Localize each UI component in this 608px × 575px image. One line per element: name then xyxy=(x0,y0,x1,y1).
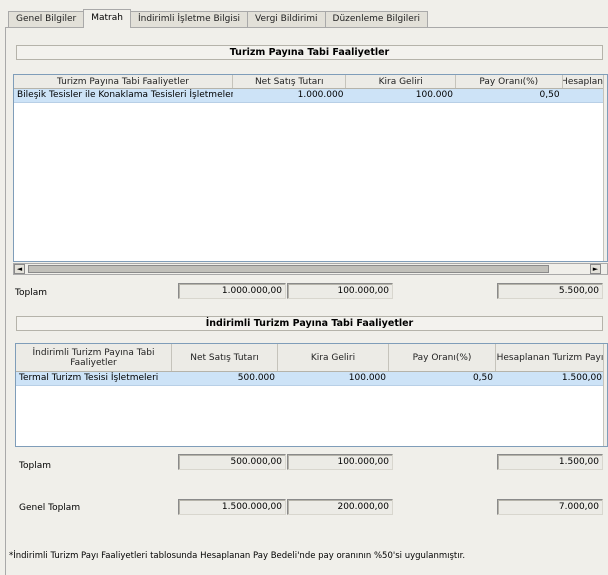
tab-indirimli-isletme-bilgisi[interactable]: İndirimli İşletme Bilgisi xyxy=(129,11,249,28)
indirimli-turizm-payi-table[interactable]: İndirimli Turizm Payına Tabi Faaliyetler… xyxy=(15,343,608,447)
column-header[interactable]: Kira Geliri xyxy=(346,75,456,88)
table-cell xyxy=(563,89,607,102)
table-cell: 1.500,00 xyxy=(561,373,602,383)
section1-hesaplanan-total-field: 5.500,00 xyxy=(497,283,603,299)
scrollbar-thumb[interactable] xyxy=(28,265,549,273)
column-header[interactable]: İndirimli Turizm Payına Tabi Faaliyetler xyxy=(16,344,172,371)
table-cell: 0,50 xyxy=(539,90,560,100)
table-cell: Bileşik Tesisler ile Konaklama Tesisleri… xyxy=(17,90,233,100)
vertical-scrollbar[interactable] xyxy=(603,344,607,446)
table-row[interactable]: Termal Turizm Tesisi İşletmeleri 500.000… xyxy=(16,372,607,386)
column-header[interactable]: Pay Oranı(%) xyxy=(456,75,563,88)
column-header[interactable]: Hesaplanan Turizm Payı xyxy=(496,344,605,371)
scroll-right-icon[interactable]: ► xyxy=(590,264,601,274)
section2-title: İndirimli Turizm Payına Tabi Faaliyetler xyxy=(16,316,603,331)
table-cell: 100.000 xyxy=(348,373,386,383)
section1-title: Turizm Payına Tabi Faaliyetler xyxy=(16,45,603,60)
section1-net-total-field: 1.000.000,00 xyxy=(178,283,286,299)
tab-duzenleme-bilgileri[interactable]: Düzenleme Bilgileri xyxy=(324,11,428,28)
section1-kira-total-field: 100.000,00 xyxy=(287,283,393,299)
table-cell: Termal Turizm Tesisi İşletmeleri xyxy=(19,373,159,383)
section1-total-label: Toplam xyxy=(15,288,47,298)
section2-hesaplanan-total-field: 1.500,00 xyxy=(497,454,603,470)
column-header[interactable]: Kira Geliri xyxy=(278,344,389,371)
grand-net-total-field: 1.500.000,00 xyxy=(178,499,286,515)
footnote: *İndirimli Turizm Payı Faaliyetleri tabl… xyxy=(9,551,466,561)
grand-total-label: Genel Toplam xyxy=(19,503,81,513)
tab-vergi-bildirimi[interactable]: Vergi Bildirimi xyxy=(247,11,326,28)
table-header: Turizm Payına Tabi Faaliyetler Net Satış… xyxy=(14,75,607,89)
table-header: İndirimli Turizm Payına Tabi Faaliyetler… xyxy=(16,344,607,372)
table-cell: 100.000 xyxy=(415,90,453,100)
section2-total-label: Toplam xyxy=(19,461,51,471)
tab-genel-bilgiler[interactable]: Genel Bilgiler xyxy=(8,11,85,28)
column-header[interactable]: Pay Oranı(%) xyxy=(389,344,496,371)
scroll-left-icon[interactable]: ◄ xyxy=(14,264,25,274)
column-header[interactable]: Hesaplana xyxy=(563,75,607,88)
table-row[interactable]: Bileşik Tesisler ile Konaklama Tesisleri… xyxy=(14,89,607,103)
table-cell: 0,50 xyxy=(472,373,493,383)
table-cell: 500.000 xyxy=(237,373,275,383)
tab-matrah[interactable]: Matrah xyxy=(83,9,131,28)
column-header[interactable]: Net Satış Tutarı xyxy=(172,344,278,371)
tab-bar: Genel Bilgiler Matrah İndirimli İşletme … xyxy=(8,9,428,28)
section2-net-total-field: 500.000,00 xyxy=(178,454,286,470)
grand-hesaplanan-total-field: 7.000,00 xyxy=(497,499,603,515)
column-header[interactable]: Turizm Payına Tabi Faaliyetler xyxy=(14,75,233,88)
section2-kira-total-field: 100.000,00 xyxy=(287,454,393,470)
horizontal-scrollbar[interactable]: ◄ ► xyxy=(13,263,608,275)
grand-kira-total-field: 200.000,00 xyxy=(287,499,393,515)
table-cell: 1.000.000 xyxy=(297,90,344,100)
turizm-payi-table[interactable]: Turizm Payına Tabi Faaliyetler Net Satış… xyxy=(13,74,608,262)
vertical-scrollbar[interactable] xyxy=(603,75,607,261)
column-header[interactable]: Net Satış Tutarı xyxy=(233,75,347,88)
